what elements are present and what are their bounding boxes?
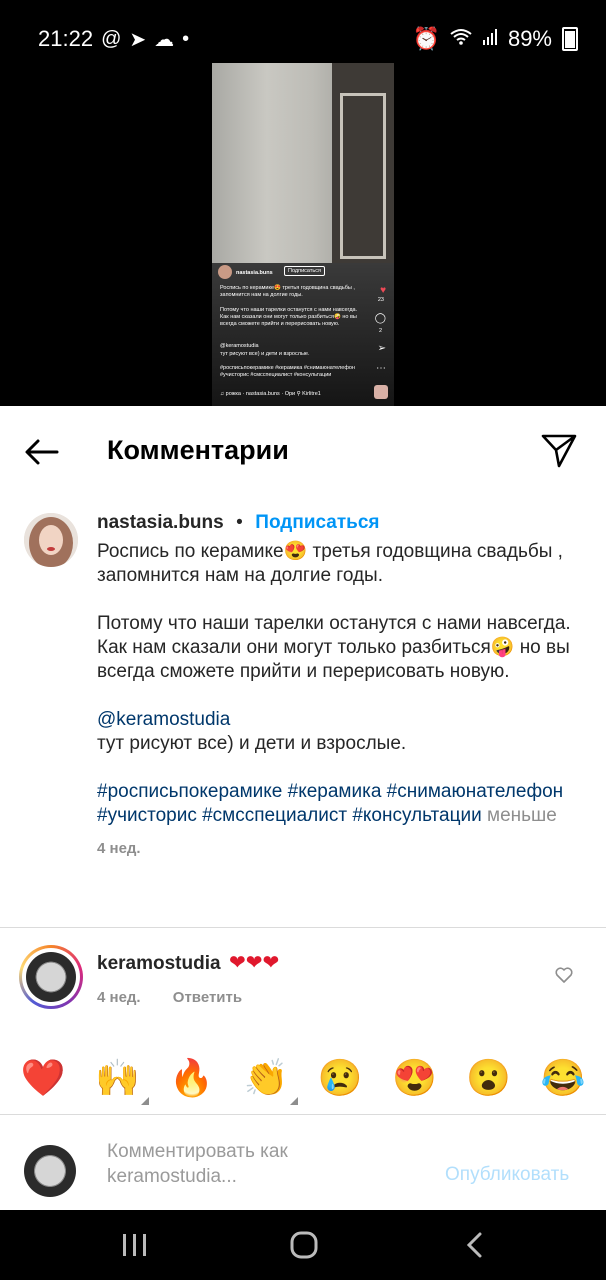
status-right: ⏰ 89% <box>413 26 578 52</box>
comment-timestamp: 4 нед. <box>97 989 141 1006</box>
share-button[interactable] <box>538 430 580 472</box>
post-caption-after-mention: тут рисуют все) и дети и взрослые. <box>97 733 407 754</box>
battery-percent: 89% <box>507 26 552 51</box>
emoji-crying[interactable]: 😢 <box>312 1057 368 1099</box>
back-button[interactable] <box>22 432 62 472</box>
back-chevron-icon <box>466 1232 482 1258</box>
skin-tone-indicator <box>141 1097 150 1105</box>
avatar-ring-inner <box>22 948 80 1006</box>
home-button[interactable] <box>284 1230 324 1260</box>
emoji-clapping-glyph: 👏 <box>243 1057 289 1098</box>
back-nav-button[interactable] <box>455 1230 495 1260</box>
emoji-heart-eyes[interactable]: 😍 <box>386 1057 442 1099</box>
cloud-icon: ☁ <box>154 28 175 51</box>
reel-caption-1: Роспись по керамике😍 третья годовщина св… <box>220 285 355 298</box>
reel-hashtags: #росписьпокерамике #керамика #снимаюнате… <box>220 365 355 378</box>
current-user-avatar <box>24 1145 76 1197</box>
status-time: 21:22 <box>38 26 94 51</box>
emoji-raised-hands-glyph: 🙌 <box>94 1057 140 1098</box>
emoji-fire[interactable]: 🔥 <box>164 1057 220 1099</box>
wifi-icon <box>450 26 472 52</box>
reel-audio: ♫ рожка · nastasia.buns · Ори ⚲ Kirlitre… <box>220 391 321 397</box>
reel-preview[interactable]: nastasia.buns Подписаться Роспись по кер… <box>212 63 394 406</box>
show-less-link[interactable]: меньше <box>487 805 557 826</box>
signal-icon <box>482 26 498 52</box>
status-left: 21:22 @ ➤ ☁ • <box>38 26 189 52</box>
quick-emoji-bar: ❤️ 🙌 🔥 👏 😢 😍 😮 😂 <box>0 1041 606 1115</box>
comment-text: ❤❤❤ <box>229 952 280 974</box>
emoji-heart[interactable]: ❤️ <box>15 1057 71 1099</box>
reel-line: тут рисуют все) и дети и взрослые. <box>220 351 310 357</box>
comment-meta: 4 нед. Ответить <box>97 989 279 1006</box>
reel-likes-count: 23 <box>377 297 384 303</box>
recent-apps-icon <box>123 1234 146 1256</box>
comment-input[interactable]: Комментировать как keramostudia... <box>107 1139 407 1189</box>
follow-button[interactable]: Подписаться <box>255 512 379 533</box>
reply-button[interactable]: Ответить <box>173 989 242 1006</box>
reel-comment-icon[interactable]: ◯ <box>375 313 386 324</box>
battery-icon <box>562 27 578 51</box>
publish-button[interactable]: Опубликовать <box>445 1164 569 1186</box>
paper-plane-icon <box>541 434 577 468</box>
hashtags: #росписьпокерамике #керамика #снимаюнате… <box>97 780 587 828</box>
story-ring-avatar[interactable] <box>19 945 83 1009</box>
emoji-clapping[interactable]: 👏 <box>238 1057 298 1105</box>
at-icon: @ <box>101 27 122 50</box>
comment-username[interactable]: keramostudia <box>97 953 221 974</box>
skin-tone-indicator <box>289 1097 298 1105</box>
comment-composer: Комментировать как keramostudia... Опубл… <box>0 1115 606 1210</box>
reel-avatar <box>218 265 232 279</box>
telegram-icon: ➤ <box>129 28 147 51</box>
post-caption: Роспись по керамике😍 третья годовщина св… <box>97 541 571 682</box>
reel-mention: @keramostudia <box>220 343 259 349</box>
mention-link[interactable]: @keramostudia <box>97 708 587 732</box>
comment-body: keramostudia ❤❤❤ 4 нед. Ответить <box>97 950 279 1006</box>
comment-item: keramostudia ❤❤❤ 4 нед. Ответить <box>0 928 606 1041</box>
post-username[interactable]: nastasia.buns <box>97 512 224 533</box>
emoji-raised-hands[interactable]: 🙌 <box>89 1057 150 1105</box>
avatar[interactable] <box>24 513 78 567</box>
system-nav-bar <box>0 1210 606 1280</box>
post-body: nastasia.buns • Подписаться Роспись по к… <box>97 512 587 857</box>
heart-outline-icon <box>555 967 573 983</box>
alarm-icon: ⏰ <box>412 26 440 51</box>
page-title: Комментарии <box>107 435 289 465</box>
home-icon <box>290 1231 318 1259</box>
back-arrow-icon <box>25 439 59 465</box>
separator-dot: • <box>236 512 243 533</box>
reel-caption-2: Потому что наши тарелки останутся с нами… <box>220 307 358 327</box>
portrait-image <box>24 513 78 567</box>
reel-comments-count: 2 <box>378 328 382 334</box>
emoji-laughing[interactable]: 😂 <box>535 1057 591 1099</box>
comments-header: Комментарии <box>0 406 606 496</box>
recent-apps-button[interactable] <box>115 1230 155 1260</box>
reel-more-icon[interactable]: ⋯ <box>376 363 386 374</box>
post-timestamp: 4 нед. <box>97 840 141 857</box>
reel-username: nastasia.buns <box>236 270 273 276</box>
reel-follow-button[interactable]: Подписаться <box>284 266 325 276</box>
reel-audio-thumb <box>374 385 388 399</box>
like-comment-button[interactable] <box>554 965 574 985</box>
dot-icon: • <box>182 27 190 50</box>
reel-door <box>332 63 394 293</box>
reel-share-icon[interactable]: ➢ <box>378 343 386 354</box>
ceramic-plate-avatar <box>26 952 76 1002</box>
reel-heart-icon[interactable]: ♥ <box>380 285 386 296</box>
emoji-surprised[interactable]: 😮 <box>461 1057 517 1099</box>
